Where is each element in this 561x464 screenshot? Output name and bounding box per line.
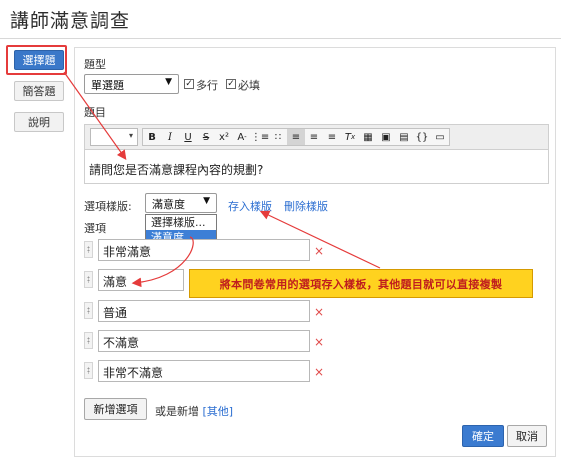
annotation-arrows — [63, 71, 381, 288]
arrow-to-question — [63, 71, 127, 160]
arrow-to-option — [131, 236, 194, 288]
arrow-to-save-template — [259, 210, 381, 269]
